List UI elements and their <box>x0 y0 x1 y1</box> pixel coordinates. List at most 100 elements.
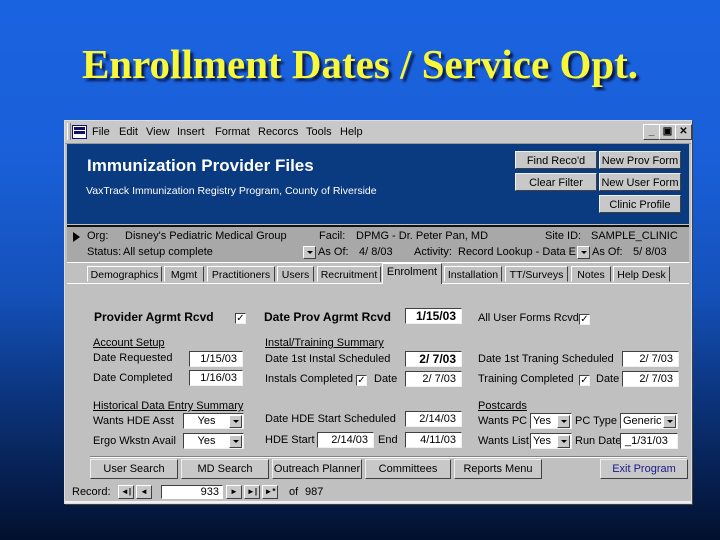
date-prov-agrmt-rcvd-field[interactable]: 1/15/03 <box>405 308 462 324</box>
status-label: Status: <box>87 246 122 258</box>
date-completed-field[interactable]: 1/16/03 <box>189 370 243 386</box>
pc-type-dropdown-arrow[interactable] <box>663 415 676 428</box>
wants-list-dropdown-arrow[interactable] <box>557 435 570 448</box>
md-search-button[interactable]: MD Search <box>181 459 269 479</box>
as-of-2-label: As Of: <box>592 246 623 258</box>
clinic-profile-button[interactable]: Clinic Profile <box>599 195 681 213</box>
tab-tt-surveys[interactable]: TT/Surveys <box>505 266 568 282</box>
all-user-forms-rcvd-checkbox[interactable]: ✓ <box>579 314 590 325</box>
menu-edit[interactable]: Edit <box>119 126 138 138</box>
status-dropdown-arrow[interactable] <box>303 246 316 259</box>
new-record-button[interactable]: ►* <box>262 485 278 499</box>
new-user-form-button[interactable]: New User Form <box>599 173 681 191</box>
date-prov-agrmt-rcvd-label: Date Prov Agrmt Rcvd <box>264 310 391 324</box>
site-id-label: Site ID: <box>545 230 582 242</box>
user-search-button[interactable]: User Search <box>90 459 178 479</box>
wants-hde-label: Wants HDE Asst <box>93 415 174 427</box>
ergo-wkstn-label: Ergo Wkstn Avail <box>93 435 176 447</box>
wants-hde-value: Yes <box>197 415 216 427</box>
committees-button[interactable]: Committees <box>365 459 451 479</box>
access-window: File Edit View Insert Format Recorcs Too… <box>64 120 692 504</box>
next-record-button[interactable]: ► <box>226 485 242 499</box>
org-value: Disney's Pediatric Medical Group <box>125 230 287 242</box>
current-record-field[interactable]: 933 <box>161 485 223 499</box>
wants-pc-dropdown-arrow[interactable] <box>557 415 570 428</box>
hde-end-field[interactable]: 4/11/03 <box>405 432 462 448</box>
tab-installation[interactable]: Installation <box>444 266 502 282</box>
training-completed-checkbox[interactable]: ✓ <box>579 375 590 386</box>
menu-help[interactable]: Help <box>340 126 363 138</box>
provider-agrmt-rcvd-checkbox[interactable]: ✓ <box>235 313 246 324</box>
tab-divider <box>67 283 689 284</box>
pc-type-value: Generic <box>623 415 662 427</box>
wants-list-label: Wants List <box>478 435 529 447</box>
install-date-field[interactable]: 2/ 7/03 <box>405 371 462 387</box>
activity-dropdown-arrow[interactable] <box>577 246 590 259</box>
tab-practitioners[interactable]: Practitioners <box>207 266 275 282</box>
exit-program-button[interactable]: Exit Program <box>600 459 688 479</box>
postcards-heading: Postcards <box>478 400 527 412</box>
hde-start-scheduled-label: Date HDE Start Scheduled <box>265 413 396 425</box>
menu-tools[interactable]: Tools <box>306 126 332 138</box>
tab-strip: Demographics Mgmt Practitioners Users Re… <box>67 262 689 285</box>
minimize-button[interactable]: _ <box>643 124 660 140</box>
previous-record-button[interactable]: ◄ <box>136 485 152 499</box>
site-id-value: SAMPLE_CLINIC <box>591 230 678 242</box>
run-date-field[interactable]: _1/31/03 <box>620 433 678 449</box>
date-1st-install-field[interactable]: 2/ 7/03 <box>405 351 462 367</box>
ergo-wkstn-select[interactable]: Yes <box>183 433 244 449</box>
form-title: Immunization Provider Files <box>87 156 314 175</box>
date-1st-training-field[interactable]: 2/ 7/03 <box>622 351 679 367</box>
hde-start-field[interactable]: 2/14/03 <box>317 432 374 448</box>
restore-button[interactable]: ▣ <box>659 124 676 140</box>
menu-records[interactable]: Recorcs <box>258 126 298 138</box>
record-selector-icon[interactable] <box>73 232 80 242</box>
as-of-2-value: 5/ 8/03 <box>633 246 667 258</box>
new-prov-form-button[interactable]: New Prov Form <box>599 151 681 169</box>
hde-start-scheduled-field[interactable]: 2/14/03 <box>405 411 462 427</box>
form-icon[interactable] <box>72 125 87 139</box>
provider-agrmt-rcvd-label: Provider Agrmt Rcvd <box>94 310 214 324</box>
menu-format[interactable]: Format <box>215 126 250 138</box>
wants-list-value: Yes <box>533 435 551 447</box>
tab-demographics[interactable]: Demographics <box>87 266 162 282</box>
total-records: 987 <box>305 486 324 498</box>
hde-heading: Historical Data Entry Summary <box>93 400 244 412</box>
wants-hde-dropdown-arrow[interactable] <box>229 415 242 428</box>
record-navigation-bar: Record: ◄| ◄ 933 ► ►| ►* of 987 <box>67 483 689 501</box>
tab-help-desk[interactable]: Help Desk <box>613 266 670 282</box>
training-date-field[interactable]: 2/ 7/03 <box>622 371 679 387</box>
wants-list-select[interactable]: Yes <box>530 433 572 449</box>
form-header: Immunization Provider Files VaxTrack Imm… <box>67 144 689 224</box>
close-button[interactable]: ✕ <box>675 124 692 140</box>
tab-mgmt[interactable]: Mgmt <box>164 266 204 282</box>
first-record-button[interactable]: ◄| <box>118 485 134 499</box>
menu-bar: File Edit View Insert Format Recorcs Too… <box>65 121 692 144</box>
outreach-planner-button[interactable]: Outreach Planner <box>272 459 362 479</box>
toolbar-grip[interactable] <box>67 123 71 140</box>
tab-users[interactable]: Users <box>277 266 314 282</box>
wants-pc-select[interactable]: Yes <box>530 413 572 429</box>
pc-type-select[interactable]: Generic <box>620 413 678 429</box>
menu-file[interactable]: File <box>92 126 110 138</box>
find-record-button[interactable]: Find Reco'd <box>515 151 597 169</box>
reports-menu-button[interactable]: Reports Menu <box>454 459 542 479</box>
facil-value: DPMG - Dr. Peter Pan, MD <box>356 230 489 242</box>
as-of-label: As Of: <box>318 246 349 258</box>
menu-insert[interactable]: Insert <box>177 126 205 138</box>
account-setup-heading: Account Setup <box>93 337 165 349</box>
tab-notes[interactable]: Notes <box>571 266 611 282</box>
clear-filter-button[interactable]: Clear Filter <box>515 173 597 191</box>
ergo-wkstn-dropdown-arrow[interactable] <box>229 435 242 448</box>
date-requested-field[interactable]: 1/15/03 <box>189 351 243 367</box>
ergo-wkstn-value: Yes <box>197 435 216 447</box>
status-value: All setup complete <box>123 246 213 258</box>
tab-recruitment[interactable]: Recruitment <box>317 266 381 282</box>
activity-value: Record Lookup - Data E <box>458 246 577 258</box>
last-record-button[interactable]: ►| <box>244 485 260 499</box>
menu-view[interactable]: View <box>146 126 170 138</box>
tab-enrolment[interactable]: Enrolment <box>382 263 442 284</box>
wants-hde-select[interactable]: Yes <box>183 413 244 429</box>
installs-completed-checkbox[interactable]: ✓ <box>356 375 367 386</box>
record-info-bar: Org: Disney's Pediatric Medical Group Fa… <box>67 225 689 263</box>
